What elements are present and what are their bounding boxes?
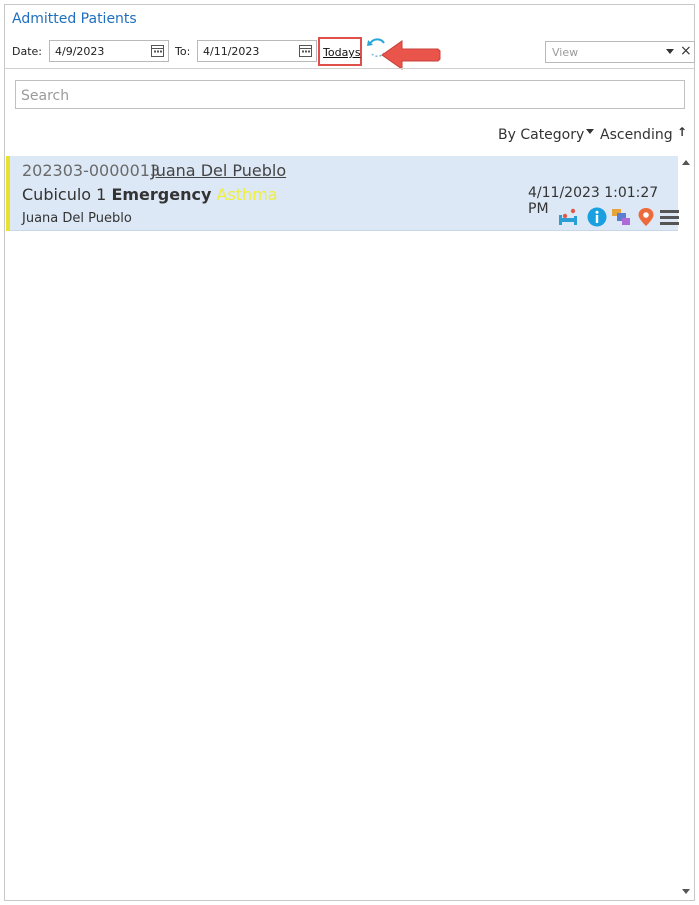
to-date-value: 4/11/2023 [203,45,260,58]
from-date-value: 4/9/2023 [55,45,105,58]
sort-by-dropdown[interactable]: By Category [498,127,595,143]
sort-direction-button[interactable]: Ascending [600,127,673,143]
sort-by-label: By Category [498,127,585,143]
menu-icon[interactable] [659,207,679,227]
search-placeholder: Search [21,88,70,104]
view-placeholder: View [552,46,579,59]
calendar-icon[interactable] [299,44,312,57]
arrow-up-icon[interactable]: ↑ [677,125,687,139]
divider [5,68,694,69]
patient-display-name: Juana Del Pueblo [22,211,132,226]
patient-location-line: Cubiculo 1 Emergency Asthma [22,185,278,204]
patient-name-link[interactable]: Juana Del Pueblo [151,161,286,180]
patient-location: Cubiculo 1 [22,185,107,204]
caret-down-icon [586,128,595,134]
info-icon[interactable] [587,207,607,227]
chevron-down-icon[interactable] [666,49,674,54]
to-label: To: [175,45,191,58]
calendar-icon[interactable] [151,44,164,57]
category-flag [6,156,10,231]
search-input[interactable]: Search [15,80,685,109]
from-date-field[interactable]: 4/9/2023 [49,40,169,62]
annotation-arrow-icon [381,40,441,70]
close-icon[interactable]: × [680,43,692,59]
todays-link-highlight[interactable]: Todays [318,37,362,66]
patient-diagnosis: Asthma [216,185,278,204]
scroll-up-icon[interactable] [682,160,690,165]
view-select[interactable]: View × [545,41,695,63]
patient-id: 202303-0000013 [22,161,161,180]
bed-icon[interactable] [558,207,578,227]
location-pin-icon[interactable] [636,207,656,227]
panel-title: Admitted Patients [12,11,137,27]
to-date-field[interactable]: 4/11/2023 [197,40,317,62]
transfer-icon[interactable] [611,207,631,227]
todays-link[interactable]: Todays [323,46,361,59]
patient-department: Emergency [111,185,212,204]
patient-list-item[interactable]: 202303-0000013 Juana Del Pueblo Cubiculo… [6,156,679,231]
list-scrollbar[interactable] [679,156,694,900]
date-label: Date: [12,45,42,58]
scroll-down-icon[interactable] [682,889,690,894]
